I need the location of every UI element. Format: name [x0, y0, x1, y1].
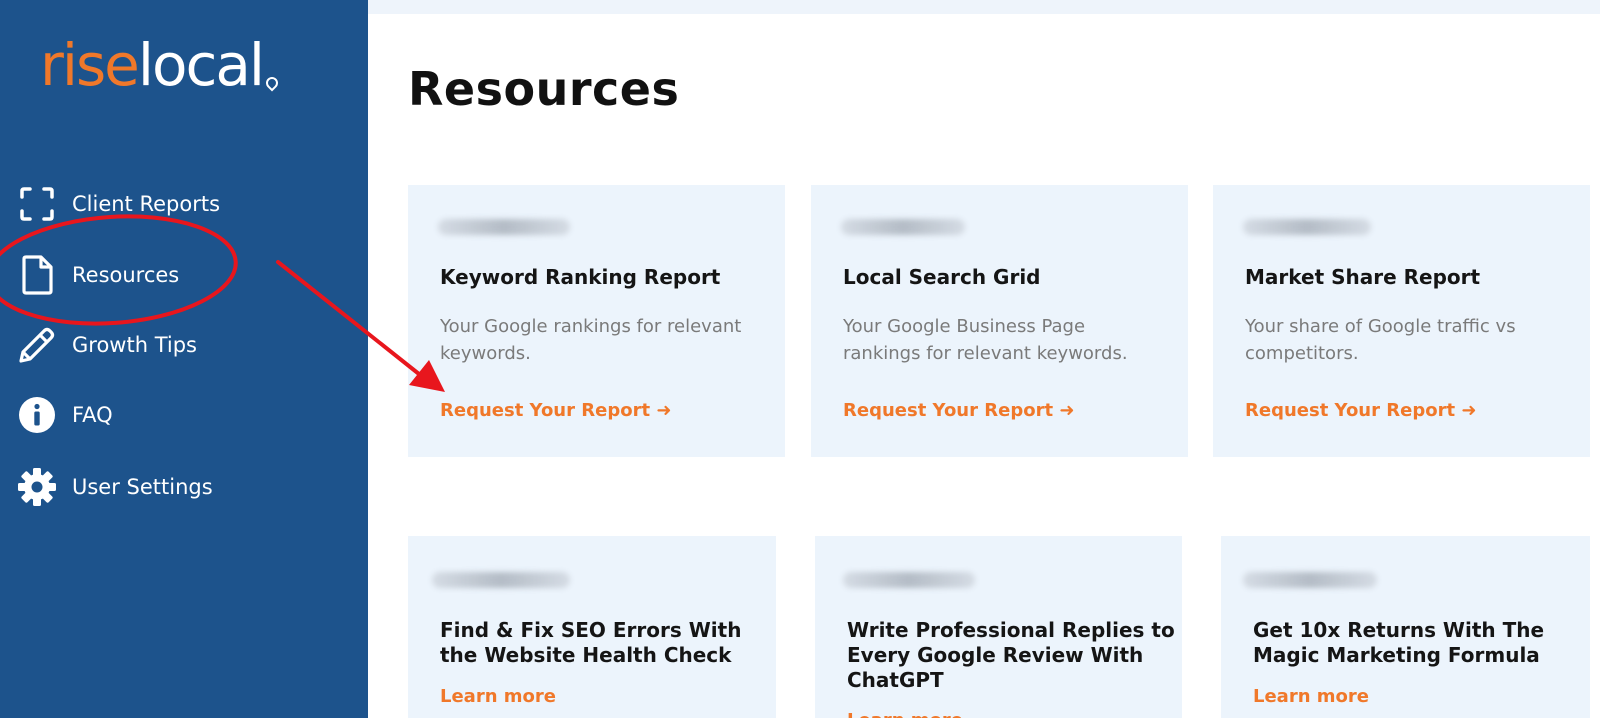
sidebar-item-label: User Settings — [72, 475, 213, 499]
blurred-tag — [1243, 572, 1377, 588]
card-title-line-2: Every Google Review With — [847, 643, 1144, 667]
top-strip — [368, 0, 1600, 14]
request-report-link[interactable]: Request Your Report ➜ — [1245, 400, 1476, 421]
sidebar-item-label: Resources — [72, 263, 180, 287]
learn-more-link[interactable]: Learn more — [440, 686, 556, 707]
main-content: Resources Keyword Ranking Report Your Go… — [368, 0, 1600, 718]
card-title: Market Share Report — [1245, 265, 1481, 289]
card-title-line-2: Magic Marketing Formula — [1253, 643, 1540, 667]
blurred-tag — [841, 219, 965, 235]
request-report-link[interactable]: Request Your Report ➜ — [843, 400, 1074, 421]
tip-card-review-replies: Write Professional Replies to Every Goog… — [815, 536, 1182, 718]
blurred-tag — [432, 572, 570, 588]
card-description-line-1: Your Google rankings for relevant — [440, 316, 742, 337]
blurred-tag — [438, 219, 570, 235]
arrow-right-icon: ➜ — [656, 400, 672, 421]
tip-card-website-health: Find & Fix SEO Errors With the Website H… — [408, 536, 776, 718]
learn-more-link[interactable]: Learn more — [847, 710, 963, 718]
card-title-line-2: the Website Health Check — [440, 643, 732, 667]
link-label: Request Your Report — [843, 400, 1054, 421]
sidebar-item-label: Growth Tips — [72, 333, 197, 357]
gear-icon — [16, 466, 58, 508]
location-pin-icon — [263, 74, 281, 92]
arrow-right-icon: ➜ — [1461, 400, 1477, 421]
sidebar-item-faq[interactable]: FAQ — [16, 391, 113, 439]
sidebar-item-label: FAQ — [72, 403, 113, 427]
scan-frame-icon — [16, 183, 58, 225]
card-title-line-1: Write Professional Replies to — [847, 618, 1175, 642]
card-description-line-2: keywords. — [440, 343, 531, 364]
sidebar: riselocal Client Reports Resources Growt… — [0, 0, 368, 718]
logo-local: local — [137, 31, 265, 99]
card-description-line-1: Your share of Google traffic vs — [1245, 316, 1516, 337]
card-description-line-2: competitors. — [1245, 343, 1359, 364]
app-window: riselocal Client Reports Resources Growt… — [0, 0, 1600, 718]
sidebar-item-growth-tips[interactable]: Growth Tips — [16, 321, 197, 369]
info-icon — [16, 394, 58, 436]
page-title: Resources — [408, 62, 680, 116]
blurred-tag — [843, 572, 975, 588]
card-title-line-1: Get 10x Returns With The — [1253, 618, 1545, 642]
card-title-line-3: ChatGPT — [847, 668, 944, 692]
sidebar-item-resources[interactable]: Resources — [16, 251, 179, 299]
learn-more-link[interactable]: Learn more — [1253, 686, 1369, 707]
link-label: Request Your Report — [1245, 400, 1456, 421]
document-icon — [16, 254, 58, 296]
card-description-line-2: rankings for relevant keywords. — [843, 343, 1128, 364]
card-title: Local Search Grid — [843, 265, 1041, 289]
report-card-keyword-ranking: Keyword Ranking Report Your Google ranki… — [408, 185, 785, 457]
sidebar-item-user-settings[interactable]: User Settings — [16, 463, 213, 511]
sidebar-item-label: Client Reports — [72, 192, 221, 216]
card-description-line-1: Your Google Business Page — [843, 316, 1086, 337]
risel-local-logo[interactable]: riselocal — [40, 30, 281, 100]
request-report-link[interactable]: Request Your Report ➜ — [440, 400, 671, 421]
report-card-local-search-grid: Local Search Grid Your Google Business P… — [811, 185, 1188, 457]
arrow-right-icon: ➜ — [1059, 400, 1075, 421]
tip-card-marketing-formula: Get 10x Returns With The Magic Marketing… — [1221, 536, 1590, 718]
card-title: Keyword Ranking Report — [440, 265, 721, 289]
link-label: Request Your Report — [440, 400, 651, 421]
card-title-line-1: Find & Fix SEO Errors With — [440, 618, 742, 642]
report-card-market-share: Market Share Report Your share of Google… — [1213, 185, 1590, 457]
pencil-icon — [16, 324, 58, 366]
logo-rise: rise — [40, 31, 140, 99]
sidebar-item-client-reports[interactable]: Client Reports — [16, 180, 220, 228]
blurred-tag — [1243, 219, 1371, 235]
